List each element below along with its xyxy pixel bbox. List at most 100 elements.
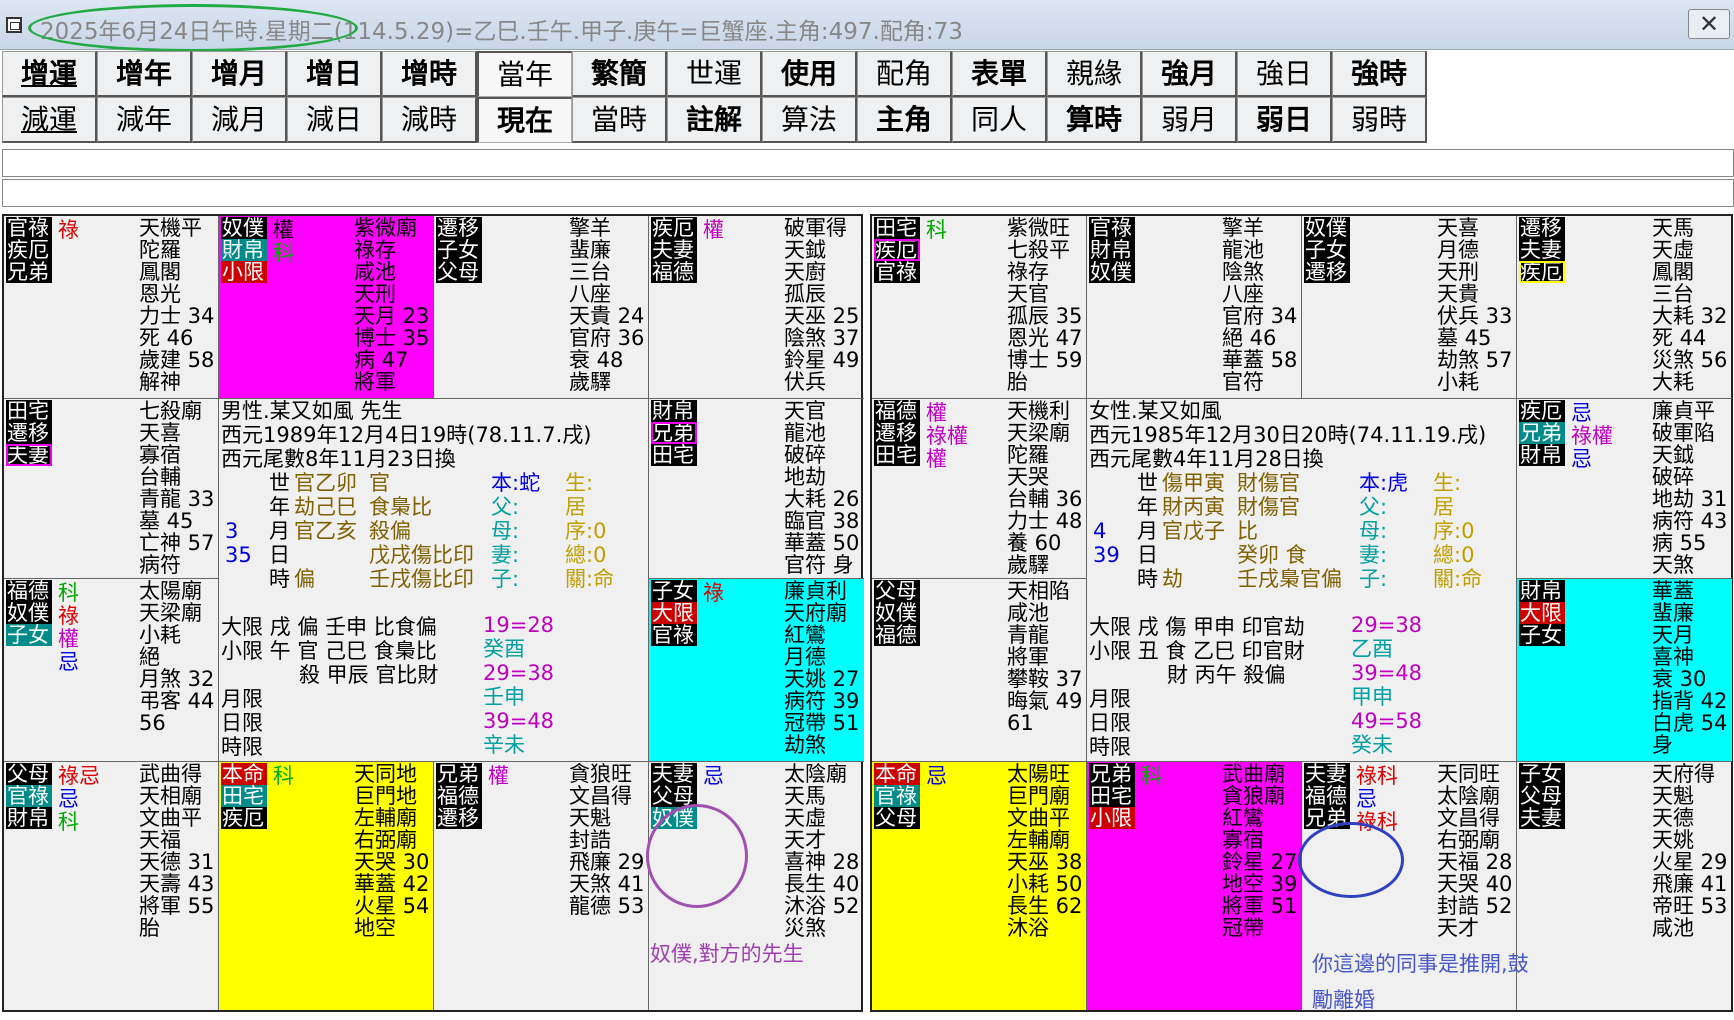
- toolbar-button-9[interactable]: 使用: [762, 51, 857, 97]
- toolbar-button-3[interactable]: 減月: [192, 97, 287, 143]
- star-name: 三台: [1652, 282, 1694, 306]
- toolbar-button-11[interactable]: 同人: [952, 97, 1047, 143]
- toolbar-button-2[interactable]: 減年: [97, 97, 192, 143]
- pillar-ten-gods: 殺偏: [369, 519, 411, 543]
- star-name: 攀鞍 37: [1007, 667, 1083, 691]
- toolbar-button-12[interactable]: 算時: [1047, 97, 1142, 143]
- toolbar-button-7[interactable]: 繁簡: [572, 51, 667, 97]
- star-name: 大耗: [1652, 370, 1694, 394]
- toolbar-button-11[interactable]: 表單: [952, 51, 1047, 97]
- input-bar-1[interactable]: [2, 149, 1734, 177]
- transform-mark: 忌: [926, 764, 947, 788]
- star-name: 寡宿: [1222, 828, 1264, 852]
- center-line: 女性.某又如風: [1089, 399, 1222, 423]
- toolbar-button-7[interactable]: 當時: [572, 97, 667, 143]
- star-name: 胎: [1007, 370, 1028, 394]
- star-name: 右弼廟: [1437, 828, 1500, 852]
- star-name: 病 55: [1652, 531, 1707, 555]
- toolbar-button-10[interactable]: 主角: [857, 97, 952, 143]
- star-name: 貪狼旺: [569, 762, 632, 786]
- palace-tag: 福德: [6, 580, 52, 602]
- toolbar-button-1[interactable]: 減運: [2, 97, 97, 143]
- toolbar-button-9[interactable]: 算法: [762, 97, 857, 143]
- toolbar-button-3[interactable]: 增月: [192, 51, 287, 97]
- palace-tag: 夫妻: [6, 444, 52, 466]
- star-name: 將軍 51: [1222, 894, 1298, 918]
- toolbar-button-4[interactable]: 增日: [287, 51, 382, 97]
- star-name: 寡宿: [139, 443, 181, 467]
- toolbar-button-6[interactable]: 現在: [477, 97, 572, 143]
- transform-mark: 權: [926, 401, 947, 425]
- palace-tag: 官祿: [1089, 217, 1135, 239]
- toolbar-button-15[interactable]: 弱時: [1332, 97, 1427, 143]
- app-icon[interactable]: [6, 17, 22, 33]
- star-name: 天哭 40: [1437, 872, 1513, 896]
- star-name: 養 60: [1007, 531, 1062, 555]
- toolbar-button-14[interactable]: 弱日: [1237, 97, 1332, 143]
- toolbar-button-14[interactable]: 強日: [1237, 51, 1332, 97]
- star-name: 陀羅: [139, 238, 181, 262]
- pillar-stem: 傷甲寅: [1162, 471, 1225, 495]
- star-name: 太陽廟: [139, 579, 202, 603]
- star-name: 天虛: [1652, 238, 1694, 262]
- left-palace-cell: 財帛 兄弟 田宅 天官 龍池 破碎 地劫 大耗 26 臨官 38 華蓋 50 官符 身: [649, 399, 864, 579]
- toolbar-button-13[interactable]: 弱月: [1142, 97, 1237, 143]
- palace-tag: 子女: [1304, 239, 1350, 261]
- star-name: 天煞: [1652, 553, 1694, 577]
- toolbar-button-13[interactable]: 強月: [1142, 51, 1237, 97]
- palace-tag: 子女: [6, 624, 52, 646]
- palace-tag: 兄弟: [6, 261, 52, 283]
- pillar-ten-gods: 官: [369, 471, 390, 495]
- star-name: 破軍得: [784, 216, 847, 240]
- star-name: 官府 34: [1222, 304, 1298, 328]
- star-name: 天才: [1437, 916, 1479, 940]
- toolbar-button-4[interactable]: 減日: [287, 97, 382, 143]
- star-name: 小耗: [139, 623, 181, 647]
- palace-tag: 財帛: [1519, 444, 1565, 466]
- star-name: 青龍: [1007, 623, 1049, 647]
- family-field: 關:命: [1433, 567, 1483, 591]
- toolbar-button-10[interactable]: 配角: [857, 51, 952, 97]
- toolbar-button-8[interactable]: 註解: [667, 97, 762, 143]
- toolbar-button-12[interactable]: 親緣: [1047, 51, 1142, 97]
- green-circle-annotation: [28, 4, 358, 52]
- palace-tag: 田宅: [221, 785, 267, 807]
- palace-tag: 遷移: [1304, 261, 1350, 283]
- toolbar-button-6[interactable]: 當年: [477, 51, 572, 97]
- input-bar-2[interactable]: [2, 179, 1734, 207]
- right-palace-tags: 疾厄 兄弟 財帛: [1519, 400, 1565, 466]
- star-name: 火星 29: [1652, 850, 1728, 874]
- close-button[interactable]: ✕: [1688, 9, 1730, 39]
- transform-mark: 科: [58, 810, 79, 834]
- star-name: 天鉞: [1652, 443, 1694, 467]
- star-name: 天相陷: [1007, 579, 1070, 603]
- period-limit: 時限: [221, 735, 263, 759]
- toolbar-button-15[interactable]: 強時: [1332, 51, 1427, 97]
- left-palace-tags: 福德 奴僕 子女: [6, 580, 52, 646]
- star-name: 長生 62: [1007, 894, 1083, 918]
- star-name: 擎羊: [1222, 216, 1264, 240]
- right-palace-tags: 官祿 財帛 奴僕: [1089, 217, 1135, 283]
- star-name: 小耗 50: [1007, 872, 1083, 896]
- toolbar-button-5[interactable]: 減時: [382, 97, 477, 143]
- star-name: 文昌得: [1437, 806, 1500, 830]
- pillar-ten-gods: 壬戌傷比印: [369, 567, 474, 591]
- palace-tag: 福德: [651, 261, 697, 283]
- left-palace-cell: 田宅 遷移 夫妻 七殺廟 天喜 寡宿 台輔 青龍 33 墓 45 亡神 57 病符: [4, 399, 219, 579]
- toolbar-button-8[interactable]: 世運: [667, 51, 762, 97]
- star-name: 天喜: [139, 421, 181, 445]
- star-name: 天貴: [1437, 282, 1479, 306]
- toolbar-button-1[interactable]: 增運: [2, 51, 97, 97]
- palace-tag: 疾厄: [874, 239, 920, 261]
- star-name: 病符 39: [784, 689, 860, 713]
- star-name: 鳳閣: [1652, 260, 1694, 284]
- star-name: 天鉞: [784, 238, 826, 262]
- pillar-stem: 官乙亥: [294, 519, 357, 543]
- star-name: 天德: [1652, 806, 1694, 830]
- palace-tag: 夫妻: [1519, 239, 1565, 261]
- toolbar-button-5[interactable]: 增時: [382, 51, 477, 97]
- star-name: 孤辰: [784, 282, 826, 306]
- toolbar-button-2[interactable]: 增年: [97, 51, 192, 97]
- palace-tag: 福德: [874, 400, 920, 422]
- star-name: 太陽旺: [1007, 762, 1070, 786]
